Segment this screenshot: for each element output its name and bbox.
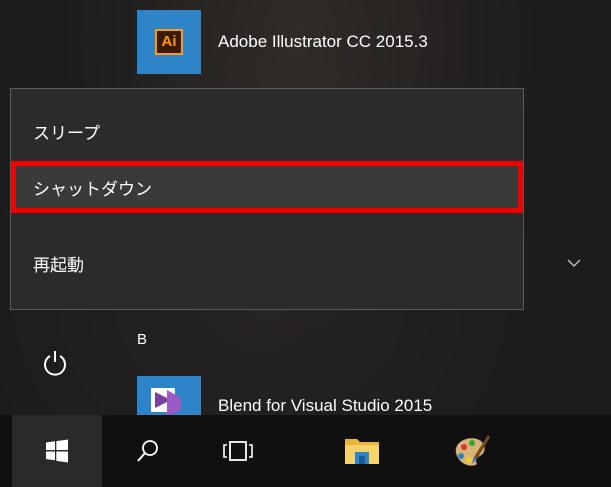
- menu-item-restart[interactable]: 再起動: [11, 237, 523, 289]
- task-view-button[interactable]: [206, 415, 270, 487]
- paint-button[interactable]: [438, 415, 502, 487]
- windows-start-icon: [46, 439, 68, 463]
- chevron-down-icon[interactable]: [566, 254, 582, 268]
- search-button[interactable]: [116, 415, 180, 487]
- search-icon: [137, 440, 158, 462]
- paint-icon: [455, 435, 490, 466]
- adobe-illustrator-icon: Ai: [155, 29, 183, 55]
- task-view-icon: [223, 441, 253, 461]
- file-explorer-button[interactable]: [330, 415, 394, 487]
- taskbar: [0, 415, 611, 487]
- file-explorer-icon: [345, 439, 379, 464]
- adobe-illustrator-tile: Ai: [137, 10, 201, 74]
- menu-item-shutdown[interactable]: シャットダウン: [11, 161, 523, 213]
- power-options-menu: スリープ シャットダウン 再起動: [10, 88, 524, 310]
- screen: Ai Adobe Illustrator CC 2015.3 B Blend f…: [0, 0, 611, 487]
- menu-item-sleep[interactable]: スリープ: [11, 105, 523, 157]
- blend-visual-studio-icon: [137, 376, 201, 416]
- app-label-blend-visual-studio: Blend for Visual Studio 2015: [218, 396, 433, 415]
- section-header-b[interactable]: B: [137, 331, 147, 348]
- power-icon[interactable]: [40, 348, 70, 378]
- app-label-adobe-illustrator: Adobe Illustrator CC 2015.3: [218, 32, 428, 51]
- start-button[interactable]: [12, 415, 102, 487]
